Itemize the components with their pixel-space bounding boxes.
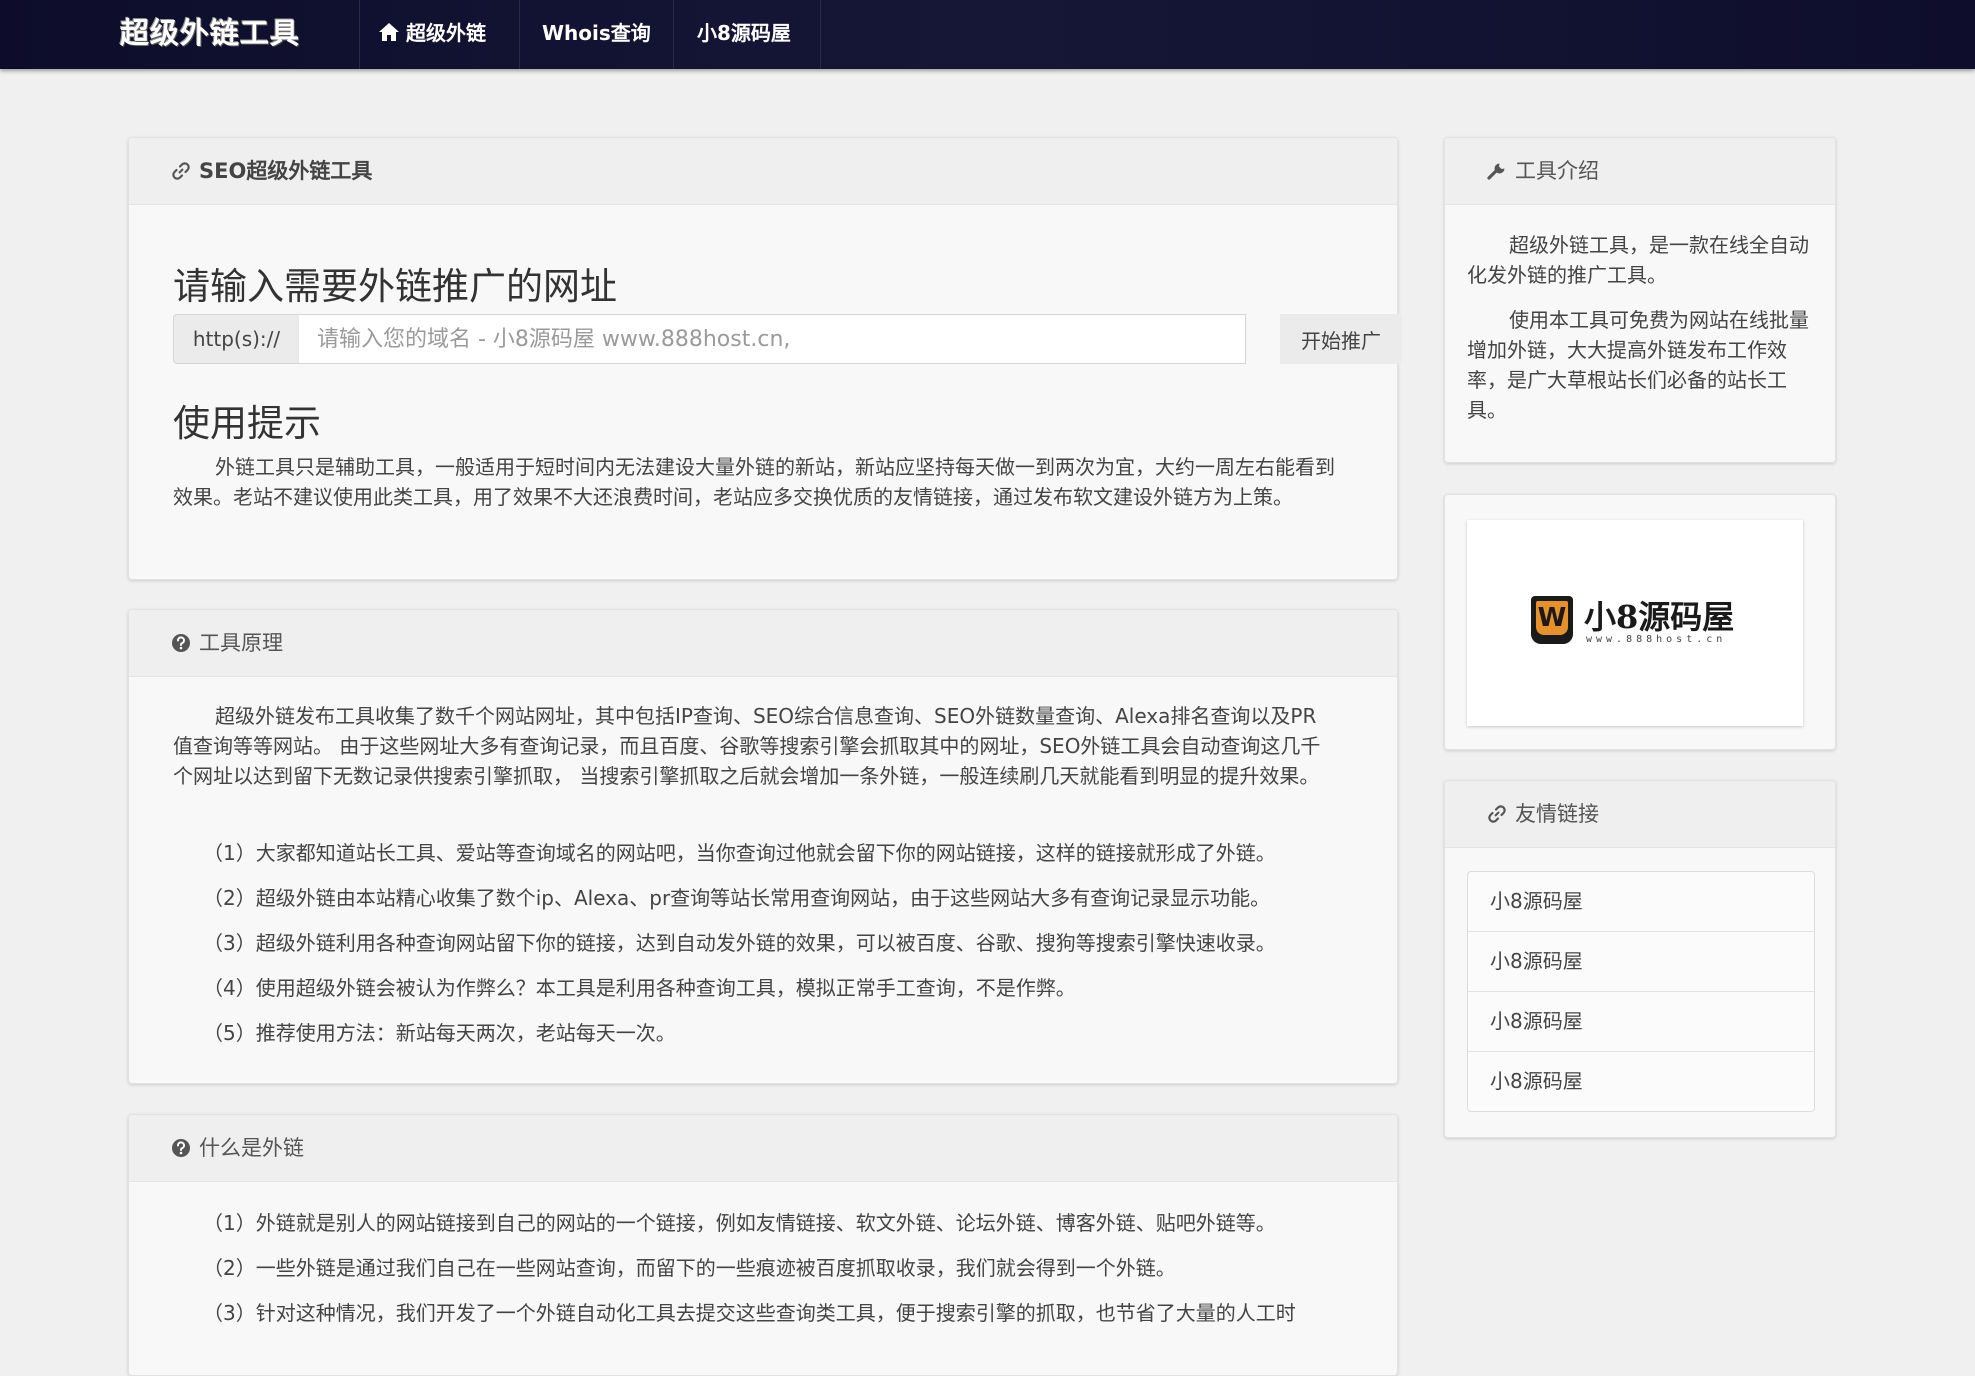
nav-item-label: 超级外链 [406, 21, 486, 45]
home-icon [379, 23, 399, 41]
friend-link-item[interactable]: 小8源码屋 [1468, 992, 1814, 1052]
friend-links-list: 小8源码屋 小8源码屋 小8源码屋 小8源码屋 [1467, 871, 1815, 1112]
panel-header: 什么是外链 [129, 1115, 1397, 1182]
panel-header: 友情链接 [1445, 781, 1835, 848]
principle-item: （3）超级外链利用各种查询网站留下你的链接，达到自动发外链的效果，可以被百度、谷… [203, 931, 1276, 955]
nav-item-super-link[interactable]: 超级外链 [378, 0, 486, 69]
principle-item: （1）大家都知道站长工具、爱站等查询域名的网站吧，当你查询过他就会留下你的网站链… [203, 841, 1276, 865]
intro-para-2: 使用本工具可免费为网站在线批量增加外链，大大提高外链发布工作效率，是广大草根站长… [1467, 308, 1809, 422]
principle-panel: 工具原理 超级外链发布工具收集了数千个网站网址，其中包括IP查询、SEO综合信息… [128, 609, 1398, 1084]
principle-intro: 超级外链发布工具收集了数千个网站网址，其中包括IP查询、SEO综合信息查询、SE… [173, 704, 1321, 788]
friend-link-item[interactable]: 小8源码屋 [1468, 932, 1814, 992]
nav-divider [673, 0, 674, 69]
friend-links-panel: 友情链接 小8源码屋 小8源码屋 小8源码屋 小8源码屋 [1444, 780, 1836, 1138]
panel-title: 工具原理 [171, 610, 283, 676]
principle-item: （2）超级外链由本站精心收集了数个ip、Alexa、pr查询等站长常用查询网站，… [203, 886, 1271, 910]
start-promote-button[interactable]: 开始推广 [1280, 314, 1402, 364]
seo-tool-panel: SEO超级外链工具 请输入需要外链推广的网址 http(s):// 开始推广 使… [128, 137, 1402, 580]
friend-link-item[interactable]: 小8源码屋 [1468, 1052, 1814, 1111]
sponsor-logo-panel: W 小8源码屋 www.888host.cn [1444, 494, 1836, 750]
panel-title: 什么是外链 [171, 1115, 304, 1181]
backlink-item: （3）针对这种情况，我们开发了一个外链自动化工具去提交这些查询类工具，便于搜索引… [203, 1301, 1296, 1325]
tips-heading: 使用提示 [173, 402, 321, 445]
protocol-prefix: http(s):// [173, 314, 300, 364]
backlink-item: （2）一些外链是通过我们自己在一些网站查询，而留下的一些痕迹被百度抓取收录，我们… [203, 1256, 1176, 1280]
question-circle-icon [172, 634, 190, 652]
panel-title: 友情链接 [1487, 781, 1599, 847]
domain-input[interactable] [299, 314, 1246, 364]
link-icon [1488, 805, 1506, 823]
logo-mark-icon: W [1531, 596, 1573, 644]
question-circle-icon [172, 1139, 190, 1157]
wrench-icon [1487, 163, 1505, 180]
url-heading: 请输入需要外链推广的网址 [173, 265, 617, 308]
url-input-group: http(s):// 开始推广 [173, 314, 1402, 364]
sponsor-logo-image[interactable]: W 小8源码屋 www.888host.cn [1467, 520, 1803, 726]
backlink-item: （1）外链就是别人的网站链接到自己的网站的一个链接，例如友情链接、软文外链、论坛… [203, 1211, 1276, 1235]
nav-divider [820, 0, 821, 69]
nav-item-source[interactable]: 小8源码屋 [697, 0, 791, 69]
what-is-backlink-panel: 什么是外链 （1）外链就是别人的网站链接到自己的网站的一个链接，例如友情链接、软… [128, 1114, 1398, 1376]
tips-text: 外链工具只是辅助工具，一般适用于短时间内无法建设大量外链的新站，新站应坚持每天做… [173, 455, 1335, 509]
logo-subtext: www.888host.cn [1586, 634, 1727, 645]
panel-header: SEO超级外链工具 [129, 138, 1397, 205]
site-logo[interactable]: 超级外链工具 [120, 12, 300, 54]
principle-item: （4）使用超级外链会被认为作弊么？本工具是利用各种查询工具，模拟正常手工查询，不… [203, 976, 1076, 1000]
intro-para-1: 超级外链工具，是一款在线全自动化发外链的推广工具。 [1467, 233, 1809, 287]
nav-item-whois[interactable]: Whois查询 [542, 0, 651, 69]
panel-title: SEO超级外链工具 [171, 138, 372, 204]
principle-item: （5）推荐使用方法：新站每天两次，老站每天一次。 [203, 1021, 676, 1045]
friend-link-item[interactable]: 小8源码屋 [1468, 872, 1814, 932]
nav-divider [519, 0, 520, 69]
nav-divider [359, 0, 360, 69]
logo-text: 小8源码屋 [1584, 598, 1735, 636]
link-icon [172, 162, 190, 180]
top-navbar: 超级外链工具 超级外链 Whois查询 小8源码屋 [0, 0, 1975, 69]
panel-header: 工具介绍 [1445, 138, 1835, 205]
tool-intro-panel: 工具介绍 超级外链工具，是一款在线全自动化发外链的推广工具。 使用本工具可免费为… [1444, 137, 1836, 463]
panel-title: 工具介绍 [1487, 138, 1599, 204]
panel-header: 工具原理 [129, 610, 1397, 677]
